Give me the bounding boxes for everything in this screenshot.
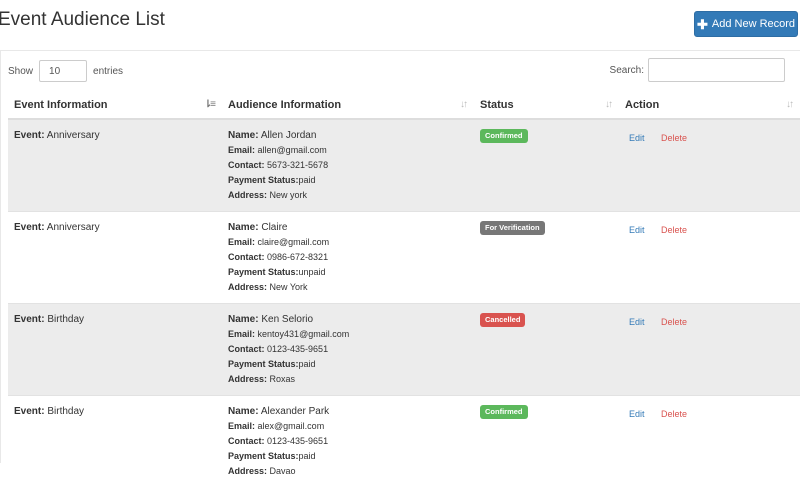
audience-address: Roxas [270, 374, 296, 384]
entries-label: entries [93, 66, 123, 77]
event-information-cell: Event: Anniversary [8, 119, 222, 212]
table-row: Event: Birthday Name: Alexander Park Ema… [8, 396, 800, 487]
action-cell: Edit Delete [619, 212, 800, 304]
plus-icon: ✚ [697, 18, 708, 31]
audience-name: Alexander Park [261, 406, 329, 417]
audience-contact: 0123-435-9651 [267, 436, 328, 446]
event-information-cell: Event: Anniversary [8, 212, 222, 304]
sort-amount-icon: ⇂≡ [204, 99, 214, 110]
edit-link[interactable]: Edit [629, 223, 645, 238]
payment-status: paid [299, 451, 316, 461]
event-name: Anniversary [47, 222, 100, 233]
search-label: Search: [610, 65, 644, 76]
audience-information-cell: Name: Allen Jordan Email: allen@gmail.co… [222, 119, 474, 212]
event-name: Anniversary [47, 130, 100, 141]
page-length-select[interactable]: 10 [39, 60, 87, 82]
page-title: Event Audience List [0, 9, 165, 31]
event-information-cell: Event: Birthday [8, 396, 222, 487]
audience-address: Davao [270, 466, 296, 476]
show-label: Show [8, 66, 33, 77]
edit-link[interactable]: Edit [629, 131, 645, 146]
payment-status: paid [299, 175, 316, 185]
status-badge: Confirmed [480, 129, 528, 143]
column-header-audience-information[interactable]: Audience Information ↓↑ [222, 92, 474, 119]
sort-icon: ↓↑ [605, 99, 611, 110]
payment-status: unpaid [299, 267, 326, 277]
audience-email: allen@gmail.com [258, 145, 327, 155]
audience-email: claire@gmail.com [258, 237, 330, 247]
audience-email: kentoy431@gmail.com [258, 329, 350, 339]
status-badge: For Verification [480, 221, 545, 235]
action-cell: Edit Delete [619, 119, 800, 212]
status-badge: Confirmed [480, 405, 528, 419]
audience-name: Ken Selorio [261, 314, 313, 325]
audience-information-cell: Name: Alexander Park Email: alex@gmail.c… [222, 396, 474, 487]
action-cell: Edit Delete [619, 304, 800, 396]
edit-link[interactable]: Edit [629, 315, 645, 330]
payment-status: paid [299, 359, 316, 369]
column-header-status[interactable]: Status ↓↑ [474, 92, 619, 119]
audience-name: Claire [261, 222, 287, 233]
audience-contact: 0986-672-8321 [267, 252, 328, 262]
event-name: Birthday [47, 406, 84, 417]
audience-address: New York [270, 282, 308, 292]
status-cell: For Verification [474, 212, 619, 304]
delete-link[interactable]: Delete [661, 223, 687, 238]
audience-name: Allen Jordan [261, 130, 317, 141]
column-header-event-information[interactable]: Event Information ⇂≡ [8, 92, 222, 119]
search-control: Search: [610, 58, 785, 82]
page-length-control: Show 10 entries [8, 60, 123, 82]
event-information-cell: Event: Birthday [8, 304, 222, 396]
delete-link[interactable]: Delete [661, 407, 687, 422]
audience-table: Event Information ⇂≡ Audience Informatio… [8, 92, 800, 487]
sort-icon: ↓↑ [786, 99, 792, 110]
audience-email: alex@gmail.com [258, 421, 325, 431]
edit-link[interactable]: Edit [629, 407, 645, 422]
delete-link[interactable]: Delete [661, 131, 687, 146]
search-input[interactable] [648, 58, 785, 82]
status-badge: Cancelled [480, 313, 525, 327]
add-new-record-button[interactable]: ✚ Add New Record [694, 11, 798, 37]
event-name: Birthday [47, 314, 84, 325]
audience-contact: 0123-435-9651 [267, 344, 328, 354]
table-row: Event: Anniversary Name: Allen Jordan Em… [8, 119, 800, 212]
sort-icon: ↓↑ [460, 99, 466, 110]
audience-information-cell: Name: Claire Email: claire@gmail.com Con… [222, 212, 474, 304]
audience-address: New york [270, 190, 308, 200]
audience-information-cell: Name: Ken Selorio Email: kentoy431@gmail… [222, 304, 474, 396]
status-cell: Confirmed [474, 119, 619, 212]
status-cell: Confirmed [474, 396, 619, 487]
add-new-record-label: Add New Record [712, 18, 795, 30]
table-header-row: Event Information ⇂≡ Audience Informatio… [8, 92, 800, 119]
table-row: Event: Anniversary Name: Claire Email: c… [8, 212, 800, 304]
action-cell: Edit Delete [619, 396, 800, 487]
audience-contact: 5673-321-5678 [267, 160, 328, 170]
status-cell: Cancelled [474, 304, 619, 396]
delete-link[interactable]: Delete [661, 315, 687, 330]
column-header-action[interactable]: Action ↓↑ [619, 92, 800, 119]
table-row: Event: Birthday Name: Ken Selorio Email:… [8, 304, 800, 396]
